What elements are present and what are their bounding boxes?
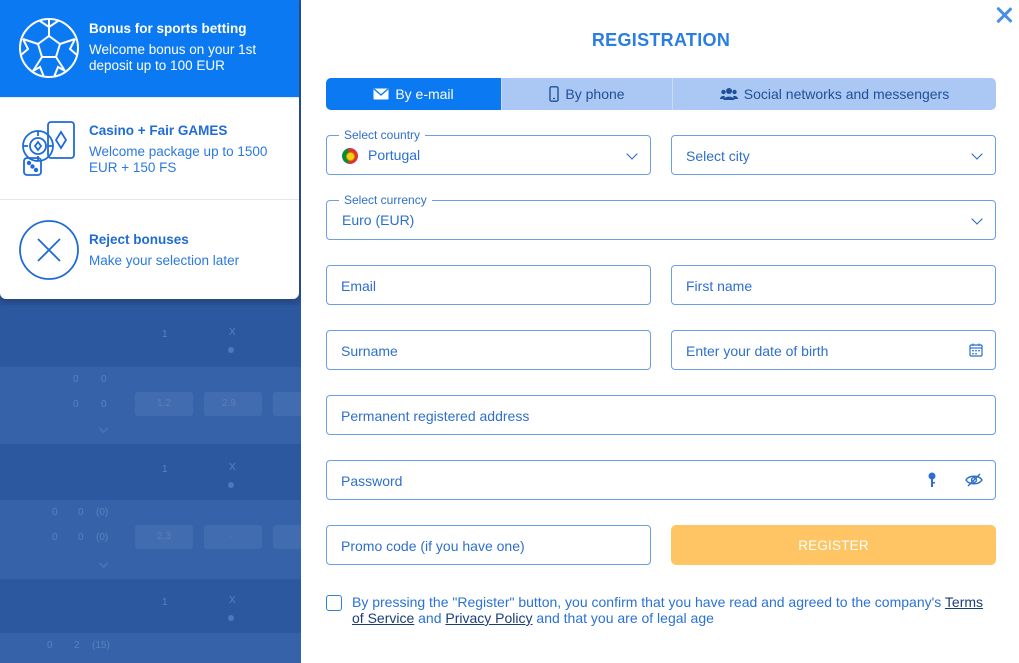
terms-text: By pressing the "Register" button, you c… bbox=[352, 594, 984, 626]
close-icon[interactable] bbox=[995, 6, 1013, 24]
address-field[interactable]: Permanent registered address bbox=[326, 395, 996, 435]
password-field[interactable]: Password bbox=[326, 460, 996, 500]
email-placeholder: Email bbox=[341, 278, 377, 294]
country-select[interactable]: Select country Portugal bbox=[326, 128, 651, 175]
bonus-desc: Welcome package up to 1500 EUR + 150 FS bbox=[89, 144, 268, 175]
casino-chips-cards-icon bbox=[18, 118, 80, 180]
privacy-policy-link[interactable]: Privacy Policy bbox=[445, 610, 532, 626]
eye-slash-icon[interactable] bbox=[965, 473, 983, 492]
password-placeholder: Password bbox=[341, 473, 403, 489]
dob-field[interactable]: Enter your date of birth bbox=[671, 330, 996, 370]
bonus-panel: Bonus for sports betting Welcome bonus o… bbox=[0, 0, 299, 299]
tab-by-phone[interactable]: By phone bbox=[501, 78, 672, 110]
tab-label: By phone bbox=[565, 86, 625, 102]
dob-placeholder: Enter your date of birth bbox=[686, 343, 829, 359]
bonus-desc: Make your selection later bbox=[89, 253, 240, 268]
chevron-down-icon bbox=[971, 213, 983, 225]
surname-field[interactable]: Surname bbox=[326, 330, 651, 370]
tab-social-networks[interactable]: Social networks and messengers bbox=[672, 78, 996, 110]
bonus-title: Casino + Fair GAMES bbox=[89, 123, 228, 138]
country-label: Select country bbox=[339, 128, 426, 142]
first-name-placeholder: First name bbox=[686, 278, 753, 294]
reject-x-icon bbox=[18, 219, 80, 281]
bonus-desc: Welcome bonus on your 1st deposit up to … bbox=[89, 42, 257, 73]
tab-label: By e-mail bbox=[395, 86, 454, 102]
terms-checkbox[interactable] bbox=[326, 595, 342, 611]
tab-label: Social networks and messengers bbox=[743, 86, 950, 102]
calendar-icon[interactable] bbox=[969, 343, 983, 362]
envelope-icon bbox=[373, 88, 389, 100]
surname-placeholder: Surname bbox=[341, 343, 398, 359]
registration-modal: REGISTRATION By e-mail By phone Social n… bbox=[301, 0, 1019, 663]
bonus-item-sports[interactable]: Bonus for sports betting Welcome bonus o… bbox=[0, 0, 299, 98]
soccer-ball-icon bbox=[18, 17, 80, 79]
email-field[interactable]: Email bbox=[326, 265, 651, 305]
address-placeholder: Permanent registered address bbox=[341, 408, 530, 424]
currency-select[interactable]: Select currency Euro (EUR) bbox=[326, 193, 996, 240]
page-title: REGISTRATION bbox=[591, 30, 731, 50]
first-name-field[interactable]: First name bbox=[671, 265, 996, 305]
chevron-down-icon bbox=[626, 148, 638, 160]
users-icon bbox=[719, 87, 738, 101]
promo-code-field[interactable]: Promo code (if you have one) bbox=[326, 525, 651, 565]
portugal-flag-icon bbox=[342, 148, 358, 164]
register-button[interactable]: REGISTER bbox=[671, 525, 996, 565]
chevron-down-icon bbox=[971, 148, 983, 160]
bonus-title: Bonus for sports betting bbox=[89, 21, 247, 36]
country-value: Portugal bbox=[368, 147, 421, 163]
city-select[interactable]: Select city bbox=[671, 135, 996, 175]
promo-placeholder: Promo code (if you have one) bbox=[341, 538, 525, 554]
currency-value: Euro (EUR) bbox=[342, 212, 415, 228]
registration-tabs: By e-mail By phone Social networks and m… bbox=[326, 78, 996, 110]
bonus-item-casino[interactable]: Casino + Fair GAMES Welcome package up t… bbox=[0, 98, 299, 200]
bonus-title: Reject bonuses bbox=[89, 232, 189, 247]
phone-icon bbox=[549, 86, 560, 102]
tab-by-email[interactable]: By e-mail bbox=[326, 78, 501, 110]
city-placeholder: Select city bbox=[686, 148, 750, 164]
key-icon[interactable] bbox=[927, 472, 937, 493]
currency-label: Select currency bbox=[339, 193, 432, 207]
bonus-item-reject[interactable]: Reject bonuses Make your selection later bbox=[0, 200, 299, 299]
